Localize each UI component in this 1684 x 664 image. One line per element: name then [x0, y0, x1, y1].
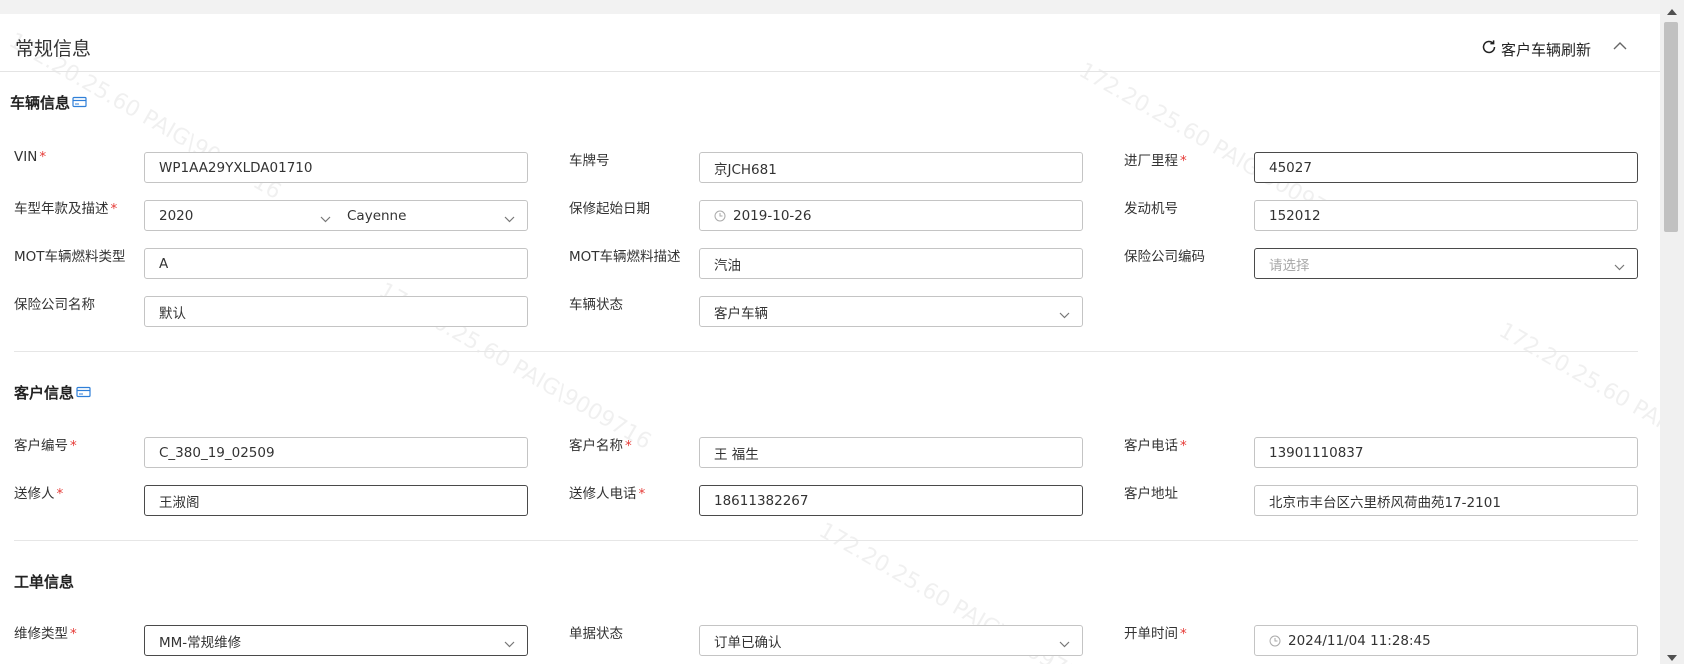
fuel-type-label: MOT车辆燃料类型: [14, 249, 126, 265]
fuel-desc-label: MOT车辆燃料描述: [569, 249, 681, 265]
customer-section-title: 客户信息: [14, 382, 91, 403]
insurer-name-field[interactable]: 默认: [144, 296, 528, 327]
vehicle-status-select[interactable]: 客户车辆: [699, 296, 1083, 327]
chevron-down-icon: [320, 211, 331, 227]
repair-type-select[interactable]: MM-常规维修: [144, 625, 528, 656]
vehicle-section-title: 车辆信息: [10, 92, 87, 113]
scrollbar-thumb[interactable]: [1664, 22, 1678, 232]
chevron-down-icon: [504, 211, 515, 227]
scroll-up-arrow-icon[interactable]: [1666, 4, 1678, 20]
vin-field[interactable]: WP1AA29YXLDA01710: [144, 152, 528, 183]
plate-label: 车牌号: [569, 153, 610, 169]
general-info-panel: 172.20.25.60 PAIG\9009716 172.20.25.60 P…: [0, 14, 1660, 664]
chevron-down-icon: [1059, 636, 1070, 652]
sender-label: 送修人 *: [14, 486, 64, 502]
refresh-icon: [1480, 38, 1501, 60]
chevron-down-icon: [1614, 259, 1625, 275]
plate-field[interactable]: 京JCH681: [699, 152, 1083, 183]
card-icon[interactable]: [76, 384, 91, 402]
collapse-button[interactable]: [1612, 39, 1628, 55]
divider: [14, 351, 1638, 352]
engine-field[interactable]: 152012: [1254, 200, 1638, 231]
insurer-code-label: 保险公司编码: [1124, 249, 1205, 265]
model-label: 车型年款及描述 *: [14, 201, 118, 217]
customer-phone-label: 客户电话 *: [1124, 438, 1187, 454]
customer-code-field[interactable]: C_380_19_02509: [144, 437, 528, 468]
doc-status-label: 单据状态: [569, 626, 623, 642]
warranty-label: 保修起始日期: [569, 201, 650, 217]
divider: [14, 540, 1638, 541]
model-desc-select[interactable]: Cayenne: [339, 201, 527, 230]
sender-phone-field[interactable]: 18611382267: [699, 485, 1083, 516]
watermark: 172.20.25.60 PAIG\9009716: [1494, 318, 1660, 495]
chevron-down-icon: [504, 636, 515, 652]
open-time-field[interactable]: 2024/11/04 11:28:45: [1254, 625, 1638, 656]
panel-header: 常规信息 客户车辆刷新: [0, 14, 1660, 72]
insurer-name-label: 保险公司名称: [14, 297, 95, 313]
customer-address-field[interactable]: 北京市丰台区六里桥风荷曲苑17-2101: [1254, 485, 1638, 516]
sender-field[interactable]: 王淑阁: [144, 485, 528, 516]
customer-address-label: 客户地址: [1124, 486, 1178, 502]
fuel-desc-field[interactable]: 汽油: [699, 248, 1083, 279]
fuel-type-field[interactable]: A: [144, 248, 528, 279]
sender-phone-label: 送修人电话 *: [569, 486, 646, 502]
refresh-customer-vehicle-button[interactable]: 客户车辆刷新: [1480, 38, 1591, 60]
mileage-label: 进厂里程 *: [1124, 153, 1187, 169]
order-section-label: 工单信息: [14, 573, 75, 591]
model-field: 2020 Cayenne: [144, 200, 528, 231]
top-strip: [0, 0, 1660, 14]
customer-name-field[interactable]: 王 福生: [699, 437, 1083, 468]
refresh-label: 客户车辆刷新: [1501, 40, 1592, 59]
vin-label: VIN *: [14, 149, 47, 165]
vehicle-section-label: 车辆信息: [10, 94, 71, 112]
mileage-field[interactable]: 45027: [1254, 152, 1638, 183]
vehicle-status-label: 车辆状态: [569, 297, 623, 313]
customer-section-label: 客户信息: [14, 384, 75, 402]
warranty-date-field[interactable]: 2019-10-26: [699, 200, 1083, 231]
doc-status-select[interactable]: 订单已确认: [699, 625, 1083, 656]
chevron-down-icon: [1059, 307, 1070, 323]
card-icon[interactable]: [72, 94, 87, 112]
customer-phone-field[interactable]: 13901110837: [1254, 437, 1638, 468]
chevron-up-icon: [1612, 39, 1628, 55]
panel-title: 常规信息: [15, 38, 92, 60]
model-year-select[interactable]: 2020: [159, 201, 339, 230]
clock-icon: [1269, 635, 1281, 647]
customer-name-label: 客户名称 *: [569, 438, 632, 454]
repair-type-label: 维修类型 *: [14, 626, 77, 642]
clock-icon: [714, 210, 726, 222]
open-time-label: 开单时间 *: [1124, 626, 1187, 642]
scroll-down-arrow-icon[interactable]: [1666, 650, 1678, 664]
insurer-code-select[interactable]: 请选择: [1254, 248, 1638, 279]
order-section-title: 工单信息: [14, 571, 74, 592]
customer-code-label: 客户编号 *: [14, 438, 77, 454]
engine-label: 发动机号: [1124, 201, 1178, 217]
